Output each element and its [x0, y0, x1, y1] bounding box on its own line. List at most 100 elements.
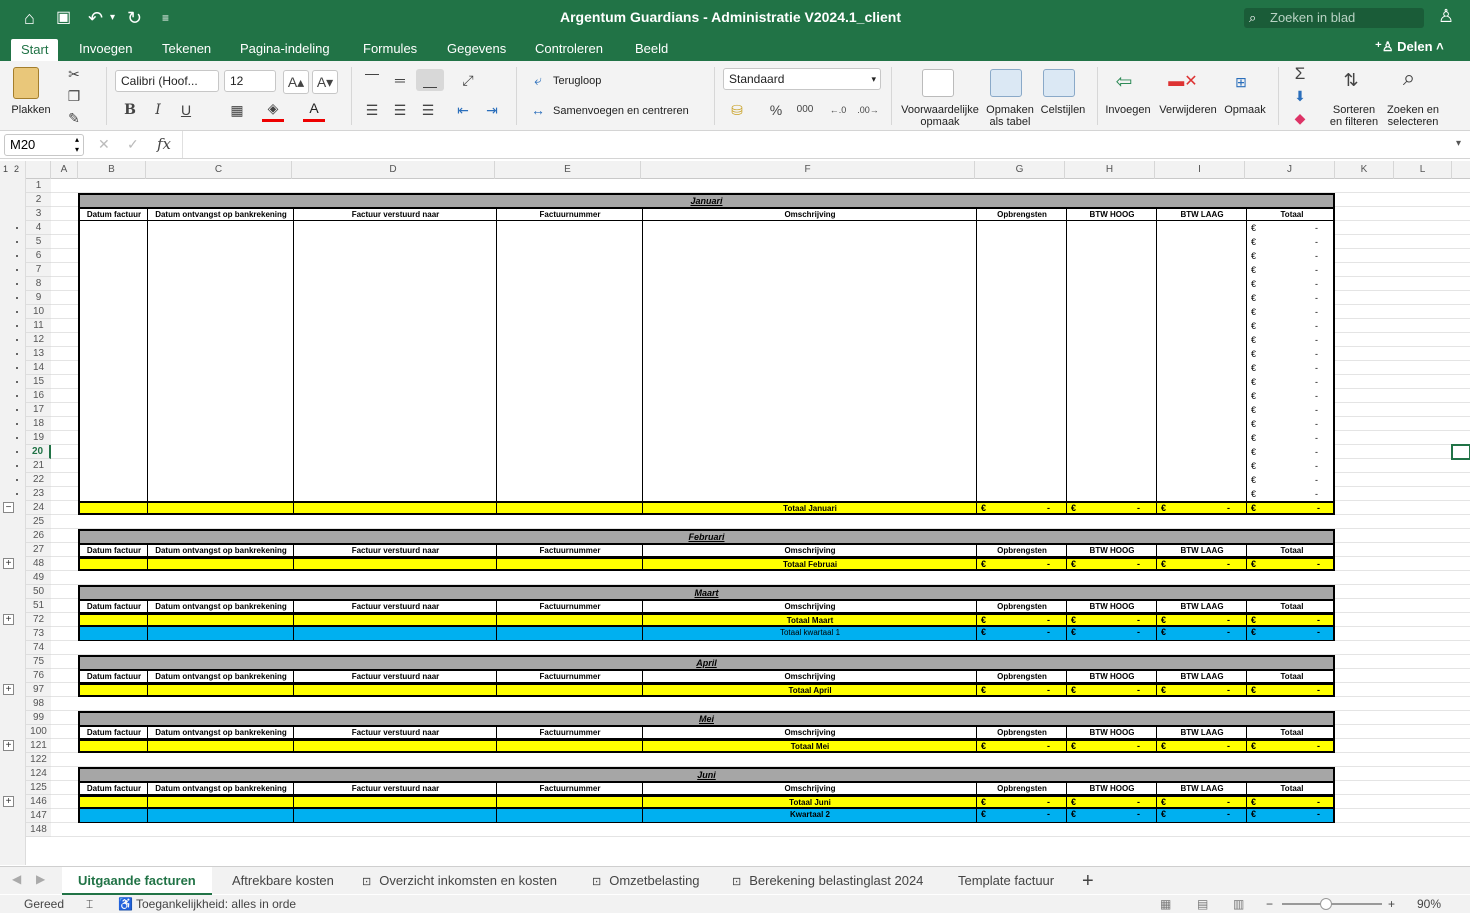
share-button[interactable]: ⁺♙ Delen ˄: [1375, 39, 1444, 55]
align-middle-icon[interactable]: ═: [388, 69, 412, 91]
undo-dropdown-icon[interactable]: ▾: [110, 6, 115, 30]
orientation-icon[interactable]: ⤢: [451, 69, 485, 91]
tab-gegevens[interactable]: Gegevens: [447, 40, 506, 58]
row-header[interactable]: 3: [26, 207, 51, 221]
increase-font-icon[interactable]: A▴: [283, 70, 309, 94]
row-header[interactable]: 25: [26, 515, 51, 529]
insert-cells-button[interactable]: Invoegen: [1103, 104, 1153, 116]
row-header[interactable]: 4: [26, 221, 51, 235]
next-sheet-icon[interactable]: ▶: [36, 872, 45, 886]
format-cells-icon[interactable]: ⊞: [1226, 71, 1256, 93]
sheet-grid[interactable]: 1 2 Januari 3 Datum factuur Datum ontvangst o…: [0, 179, 1470, 865]
row-header[interactable]: 125: [26, 781, 51, 795]
row-header[interactable]: 148: [26, 823, 51, 837]
format-as-table-button[interactable]: Opmaken als tabel: [984, 104, 1036, 128]
prev-sheet-icon[interactable]: ◀: [12, 872, 21, 886]
row-header[interactable]: 10: [26, 305, 51, 319]
row-header[interactable]: 5: [26, 235, 51, 249]
align-left-icon[interactable]: ☰: [360, 99, 384, 121]
column-header-j[interactable]: J: [1245, 161, 1335, 179]
wrap-text-button[interactable]: Terugloop: [553, 75, 601, 87]
zoom-level[interactable]: 90%: [1417, 895, 1441, 913]
underline-button[interactable]: U: [174, 99, 198, 121]
font-size-select[interactable]: 12: [224, 70, 276, 92]
increase-indent-icon[interactable]: ⇥: [480, 99, 504, 121]
number-format-select[interactable]: Standaard ▾: [723, 68, 881, 90]
zoom-in-icon[interactable]: +: [1388, 895, 1395, 913]
percent-button[interactable]: %: [765, 99, 787, 121]
insert-cells-icon[interactable]: ⇦: [1108, 71, 1140, 93]
row-header[interactable]: 26: [26, 529, 51, 543]
macro-record-icon[interactable]: ⌶: [86, 895, 93, 913]
column-header-b[interactable]: B: [78, 161, 146, 179]
column-header-c[interactable]: C: [146, 161, 292, 179]
zoom-slider-thumb[interactable]: [1320, 898, 1332, 910]
tab-formules[interactable]: Formules: [363, 40, 417, 58]
find-select-icon[interactable]: ⌕: [1392, 67, 1426, 89]
column-header-l[interactable]: L: [1394, 161, 1452, 179]
decrease-indent-icon[interactable]: ⇤: [451, 99, 475, 121]
wrap-text-icon[interactable]: ⤶: [528, 69, 548, 91]
add-sheet-button[interactable]: +: [1082, 867, 1094, 895]
conditional-format-button[interactable]: Voorwaardelijke opmaak: [898, 104, 982, 128]
column-header-a[interactable]: A: [51, 161, 78, 179]
account-icon[interactable]: ♙: [1438, 6, 1454, 27]
font-name-select[interactable]: Calibri (Hoof...: [115, 70, 219, 92]
row-header[interactable]: 72: [26, 613, 51, 627]
row-header[interactable]: 8: [26, 277, 51, 291]
page-break-view-icon[interactable]: ▥: [1233, 895, 1244, 913]
row-header[interactable]: 22: [26, 473, 51, 487]
expand-formula-icon[interactable]: ▾: [1456, 138, 1461, 149]
row-header[interactable]: 99: [26, 711, 51, 725]
accessibility-icon[interactable]: ♿: [118, 895, 133, 913]
sort-filter-icon[interactable]: ⇅: [1334, 69, 1368, 91]
sheet-tab[interactable]: Template factuur: [942, 867, 1062, 895]
sheet-tab[interactable]: Aftrekbare kosten: [216, 867, 342, 895]
sheet-tab[interactable]: ⊡ Berekening belastinglast 2024: [716, 867, 936, 895]
formula-input[interactable]: [182, 131, 1452, 158]
italic-button[interactable]: I: [146, 99, 170, 121]
find-select-button[interactable]: Zoeken en selecteren: [1382, 104, 1444, 128]
row-header[interactable]: 75: [26, 655, 51, 669]
outline-level-1[interactable]: 1: [3, 164, 8, 174]
bold-button[interactable]: B: [118, 99, 142, 121]
row-header[interactable]: 23: [26, 487, 51, 501]
row-header[interactable]: 2: [26, 193, 51, 207]
increase-decimal-icon[interactable]: ←.0: [826, 99, 850, 121]
borders-icon[interactable]: ▦: [222, 99, 252, 121]
fill-icon[interactable]: ⬇: [1289, 85, 1311, 107]
row-header[interactable]: 1: [26, 179, 51, 193]
row-header[interactable]: 124: [26, 767, 51, 781]
insert-function-button[interactable]: fx: [157, 135, 171, 153]
fill-color-icon[interactable]: ◈: [262, 97, 284, 122]
cell-styles-icon[interactable]: [1043, 69, 1075, 97]
column-header-d[interactable]: D: [292, 161, 495, 179]
row-header[interactable]: 49: [26, 571, 51, 585]
redo-icon[interactable]: ↻: [127, 6, 142, 30]
cancel-icon[interactable]: ✕: [98, 136, 110, 153]
row-header[interactable]: 146: [26, 795, 51, 809]
tab-tekenen[interactable]: Tekenen: [162, 40, 211, 58]
row-header[interactable]: 50: [26, 585, 51, 599]
clear-icon[interactable]: ◆: [1289, 107, 1311, 129]
thousands-button[interactable]: 000: [791, 99, 819, 121]
selected-cell[interactable]: [1451, 444, 1470, 460]
column-header-e[interactable]: E: [495, 161, 641, 179]
row-header[interactable]: 13: [26, 347, 51, 361]
merge-center-icon[interactable]: ↔: [528, 99, 548, 121]
tab-beeld[interactable]: Beeld: [635, 40, 668, 58]
merge-center-button[interactable]: Samenvoegen en centreren: [553, 105, 689, 117]
accessibility-status[interactable]: Toegankelijkheid: alles in orde: [136, 895, 296, 913]
enter-icon[interactable]: ✓: [127, 136, 139, 153]
paste-button[interactable]: Plakken: [8, 104, 54, 116]
zoom-slider[interactable]: [1282, 903, 1382, 905]
delete-cells-button[interactable]: Verwijderen: [1157, 104, 1219, 116]
row-header[interactable]: 121: [26, 739, 51, 753]
row-header[interactable]: 21: [26, 459, 51, 473]
search-sheet-input[interactable]: ⌕ Zoeken in blad: [1244, 8, 1424, 28]
row-header[interactable]: 97: [26, 683, 51, 697]
sheet-tab[interactable]: Uitgaande facturen: [62, 867, 212, 895]
sheet-tab[interactable]: ⊡ Omzetbelasting: [576, 867, 712, 895]
row-header[interactable]: 51: [26, 599, 51, 613]
font-color-icon[interactable]: A: [303, 97, 325, 122]
